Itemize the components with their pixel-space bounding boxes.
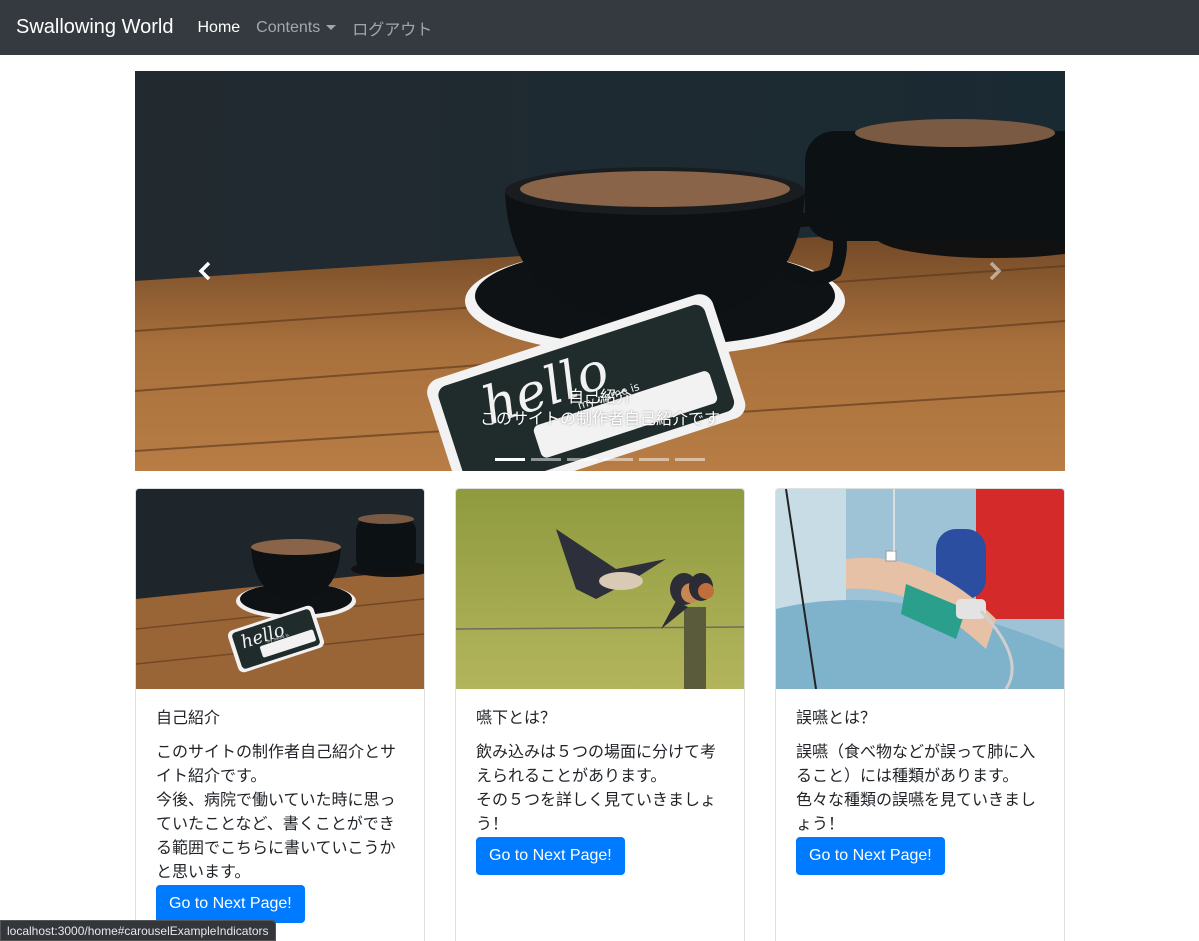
caret-down-icon — [326, 25, 337, 30]
card-text-line: と思います。 — [156, 864, 251, 881]
card-text-line: えられることがあります。 — [476, 768, 667, 785]
card-text: このサイトの制作者自己紹介とサ イト紹介です。 今後、病院で働いていた時に思っ … — [156, 741, 404, 885]
card-text-line: 今後、病院で働いていた時に思っ — [156, 792, 396, 809]
card-text-line: 飲み込みは５つの場面に分けて考 — [476, 744, 717, 761]
carousel-indicator[interactable] — [603, 458, 633, 461]
card-text-line: ょう！ — [796, 816, 845, 833]
nav-home[interactable]: Home — [197, 19, 240, 37]
carousel-next-button[interactable] — [975, 251, 1015, 291]
carousel-indicator[interactable] — [567, 458, 597, 461]
card-text-line: る範囲でこちらに書いていこうか — [156, 840, 396, 857]
card-text: 誤嚥（食べ物などが誤って肺に入 ること）には種類があります。 色々な種類の誤嚥を… — [796, 741, 1044, 837]
card-text-line: ていたことなど、書くことができ — [156, 816, 395, 833]
card-text: 飲み込みは５つの場面に分けて考 えられることがあります。 その５つを詳しく見てい… — [476, 741, 724, 837]
carousel-indicator[interactable] — [675, 458, 705, 461]
brand-link[interactable]: Swallowing World — [16, 16, 173, 39]
next-page-button[interactable]: Go to Next Page! — [476, 837, 625, 875]
card-image-hospital — [776, 489, 1064, 689]
carousel-prev-button[interactable] — [185, 251, 225, 291]
card-aspiration: 誤嚥とは？ 誤嚥（食べ物などが誤って肺に入 ること）には種類があります。 色々な… — [775, 488, 1065, 941]
nav-contents-dropdown[interactable]: Contents — [256, 18, 337, 37]
nav-contents-label: Contents — [256, 18, 321, 36]
carousel-indicators — [495, 458, 705, 461]
card-title: 誤嚥とは？ — [796, 710, 877, 727]
next-page-button[interactable]: Go to Next Page! — [156, 885, 305, 923]
card-swallowing: 嚥下とは？ 飲み込みは５つの場面に分けて考 えられることがあります。 その５つを… — [455, 488, 745, 941]
card-text-line: ること）には種類があります。 — [796, 768, 1019, 785]
carousel-caption-text: このサイトの制作者自己紹介です — [479, 411, 720, 428]
card-text-line: 誤嚥（食べ物などが誤って肺に入 — [796, 744, 1036, 761]
next-page-button[interactable]: Go to Next Page! — [796, 837, 945, 875]
carousel-caption: 自己紹介 このサイトの制作者自己紹介です — [135, 387, 1065, 431]
browser-status-url: localhost:3000/home#carouselExampleIndic… — [0, 920, 276, 941]
card-body: 嚥下とは？ 飲み込みは５つの場面に分けて考 えられることがあります。 その５つを… — [456, 689, 744, 895]
card-image-swallows — [456, 489, 744, 689]
card-text-line: このサイトの制作者自己紹介とサ — [156, 744, 397, 761]
card-title: 嚥下とは？ — [476, 710, 557, 727]
card-self-intro: hello my name is 自己紹介 このサイトの制作者自己紹介とサ イト… — [135, 488, 425, 941]
carousel-caption-title: 自己紹介 — [567, 389, 632, 406]
card-image-coffee: hello my name is — [136, 489, 424, 689]
card-text-line: その５つを詳しく見ていきましょ — [476, 792, 717, 809]
chevron-right-icon — [989, 261, 1002, 281]
carousel-indicator[interactable] — [495, 458, 525, 461]
chevron-left-icon — [198, 261, 211, 281]
carousel: hello my name is 自己紹介 このサイトの制作者自己紹介です — [135, 71, 1065, 471]
nav-logout[interactable]: ログアウト — [352, 16, 432, 40]
card-text-line: イト紹介です。 — [156, 768, 267, 785]
card-title: 自己紹介 — [156, 710, 221, 727]
top-navbar: Swallowing World Home Contents ログアウト — [0, 0, 1199, 55]
card-text-line: う！ — [476, 816, 509, 833]
card-body: 自己紹介 このサイトの制作者自己紹介とサ イト紹介です。 今後、病院で働いていた… — [136, 689, 424, 941]
carousel-indicator[interactable] — [531, 458, 561, 461]
carousel-indicator[interactable] — [639, 458, 669, 461]
card-text-line: 色々な種類の誤嚥を見ていきまし — [796, 792, 1037, 809]
card-body: 誤嚥とは？ 誤嚥（食べ物などが誤って肺に入 ること）には種類があります。 色々な… — [776, 689, 1064, 895]
